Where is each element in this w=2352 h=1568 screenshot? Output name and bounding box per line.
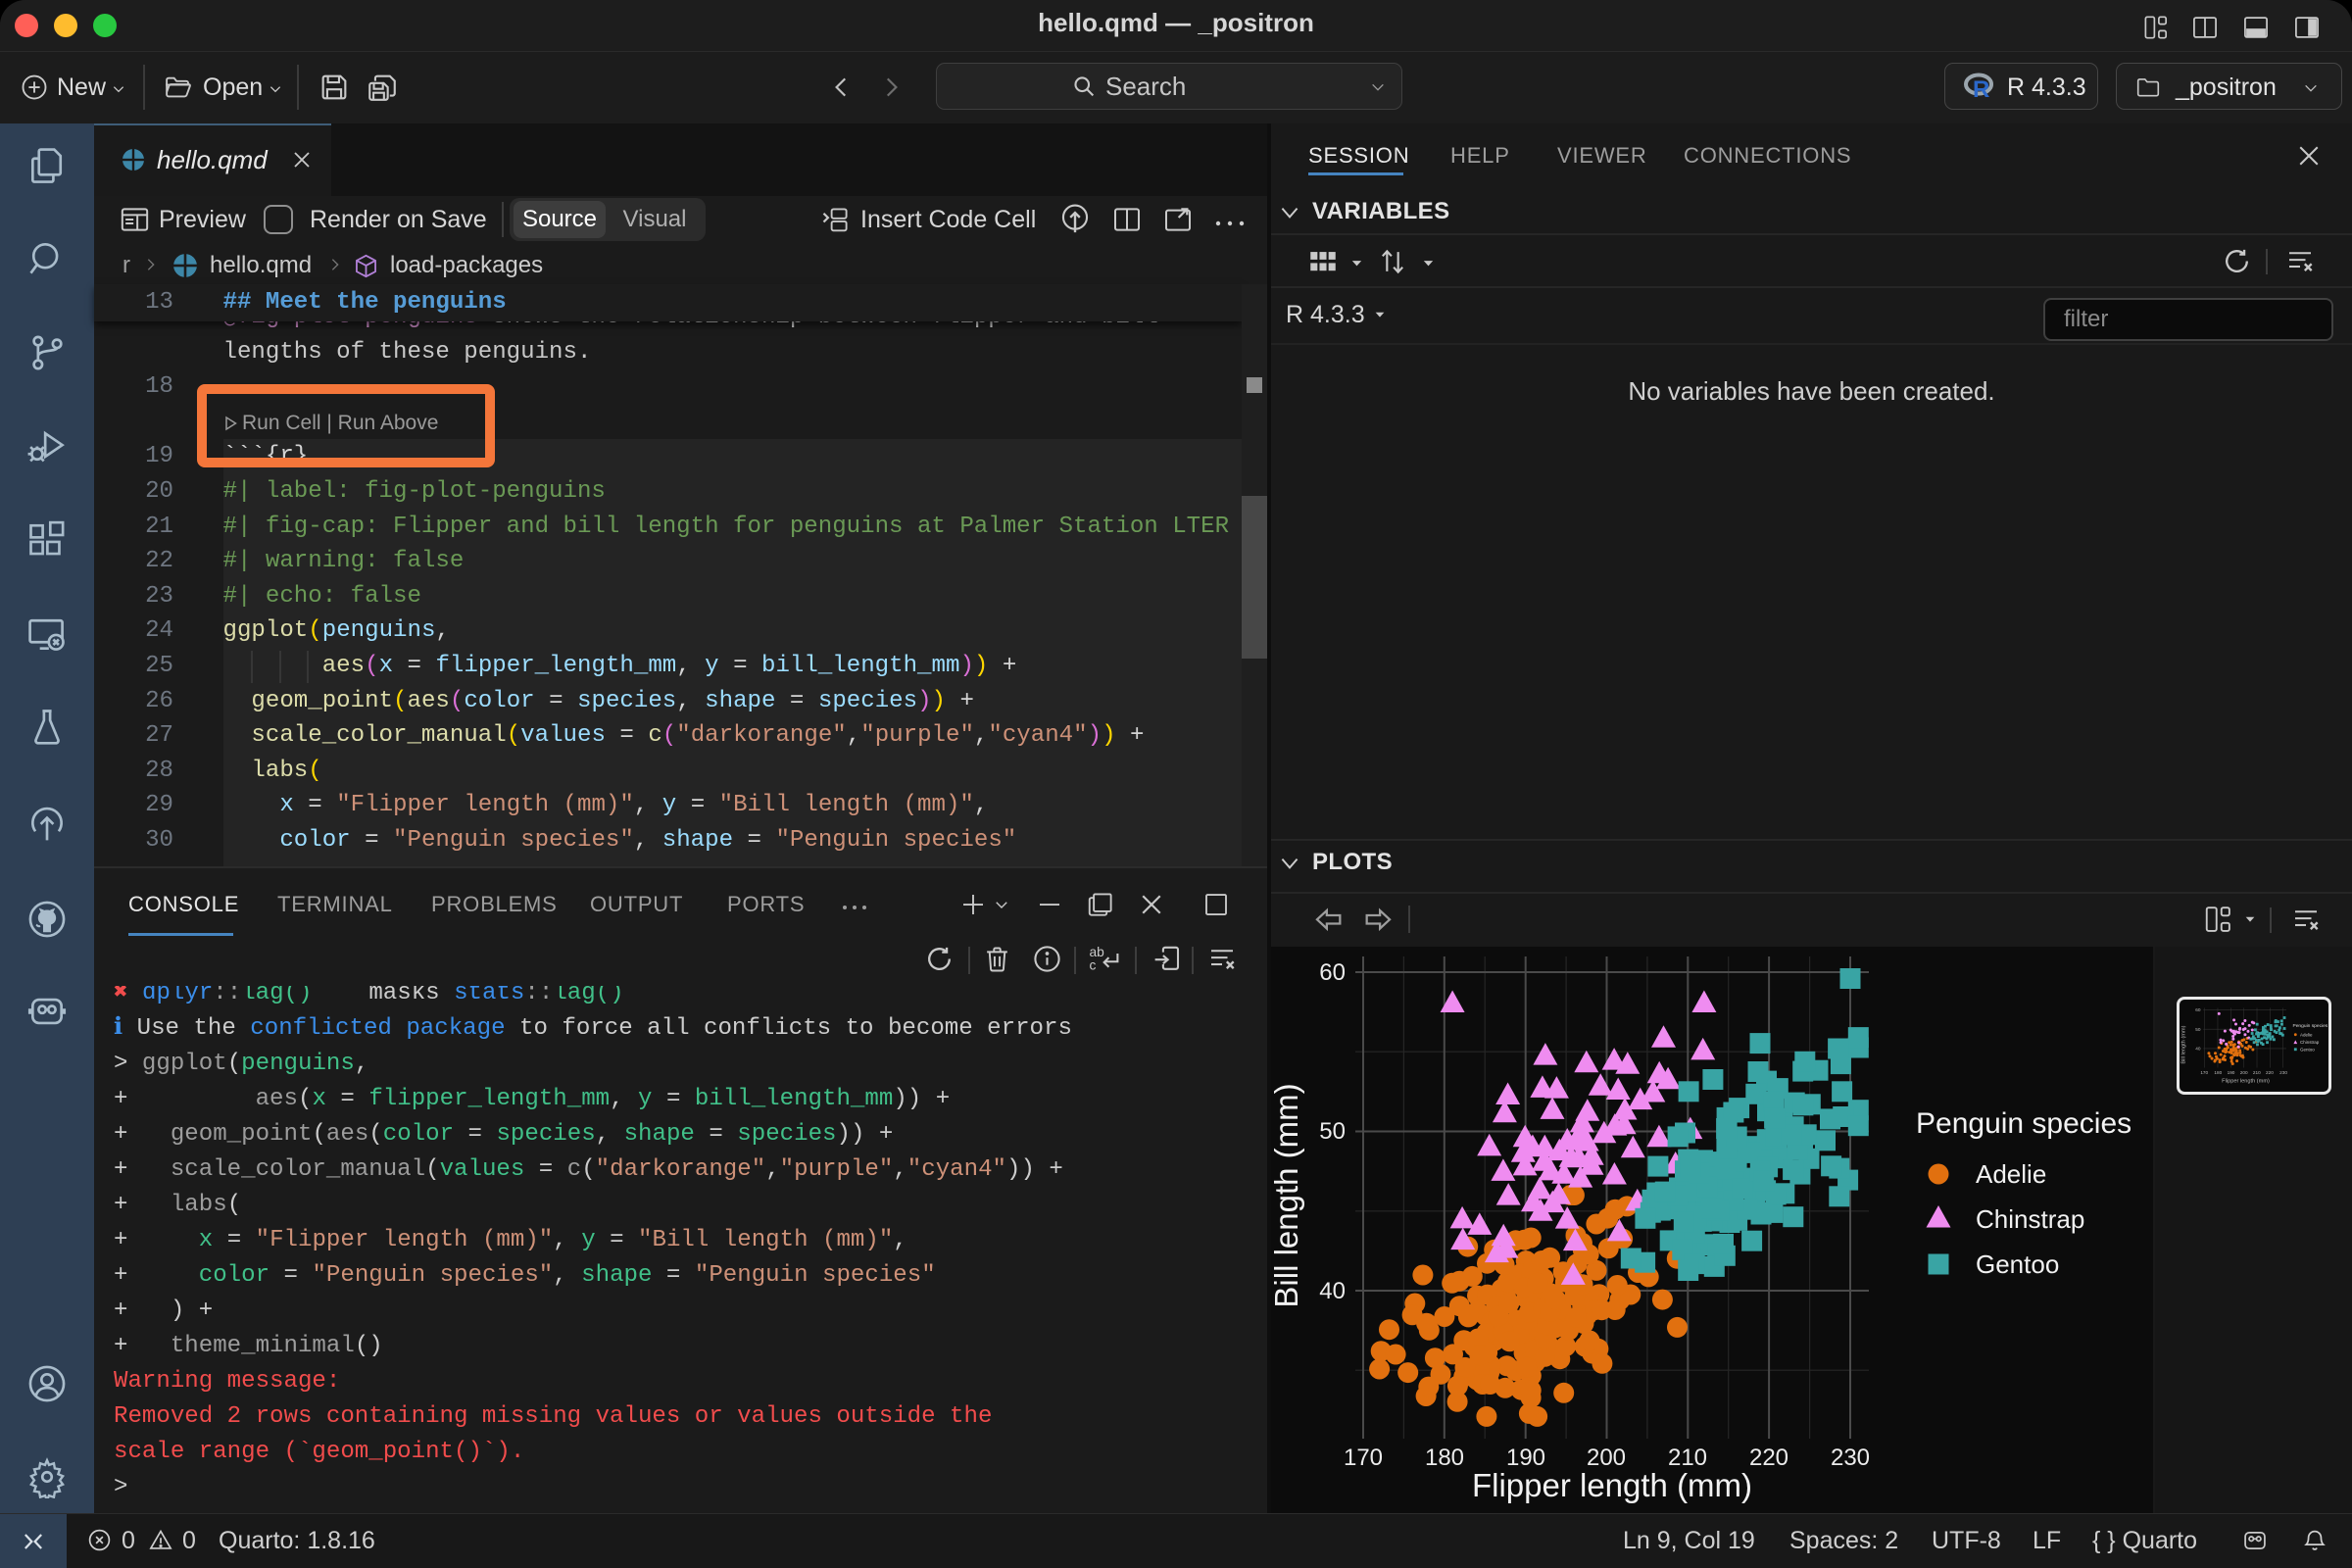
svg-text:50: 50 (1319, 1118, 1346, 1145)
svg-text:180: 180 (2214, 1070, 2222, 1075)
svg-text:60: 60 (1319, 959, 1346, 986)
svg-text:230: 230 (1831, 1445, 1870, 1471)
svg-text:Adelie: Adelie (2300, 1033, 2313, 1038)
svg-text:R: R (1973, 76, 1989, 102)
svg-text:40: 40 (1319, 1278, 1346, 1304)
svg-text:Gentoo: Gentoo (1976, 1250, 2059, 1279)
svg-text:50: 50 (2195, 1027, 2201, 1032)
svg-text:170: 170 (2200, 1070, 2208, 1075)
svg-text:40: 40 (2195, 1047, 2201, 1052)
svg-text:220: 220 (2266, 1070, 2274, 1075)
svg-text:Chinstrap: Chinstrap (2300, 1040, 2320, 1045)
svg-text:180: 180 (1425, 1445, 1464, 1471)
svg-text:Bill length (mm): Bill length (mm) (1271, 1083, 1304, 1307)
svg-text:c: c (1090, 958, 1097, 973)
svg-text:200: 200 (2240, 1070, 2248, 1075)
svg-text:Adelie: Adelie (1976, 1159, 2046, 1189)
svg-text:190: 190 (2228, 1070, 2235, 1075)
svg-text:Flipper length (mm): Flipper length (mm) (1472, 1467, 1752, 1503)
svg-text:230: 230 (2279, 1070, 2287, 1075)
svg-text:60: 60 (2195, 1007, 2201, 1012)
svg-text:Flipper length (mm): Flipper length (mm) (2222, 1079, 2270, 1085)
svg-text:Penguin species: Penguin species (2292, 1023, 2328, 1029)
svg-text:210: 210 (2253, 1070, 2261, 1075)
svg-text:Penguin species: Penguin species (1916, 1107, 2132, 1140)
svg-text:170: 170 (1344, 1445, 1383, 1471)
svg-text:Gentoo: Gentoo (2300, 1048, 2315, 1053)
svg-text:220: 220 (1749, 1445, 1788, 1471)
svg-text:Bill length (mm): Bill length (mm) (2181, 1025, 2187, 1063)
svg-text:Chinstrap: Chinstrap (1976, 1204, 2084, 1234)
